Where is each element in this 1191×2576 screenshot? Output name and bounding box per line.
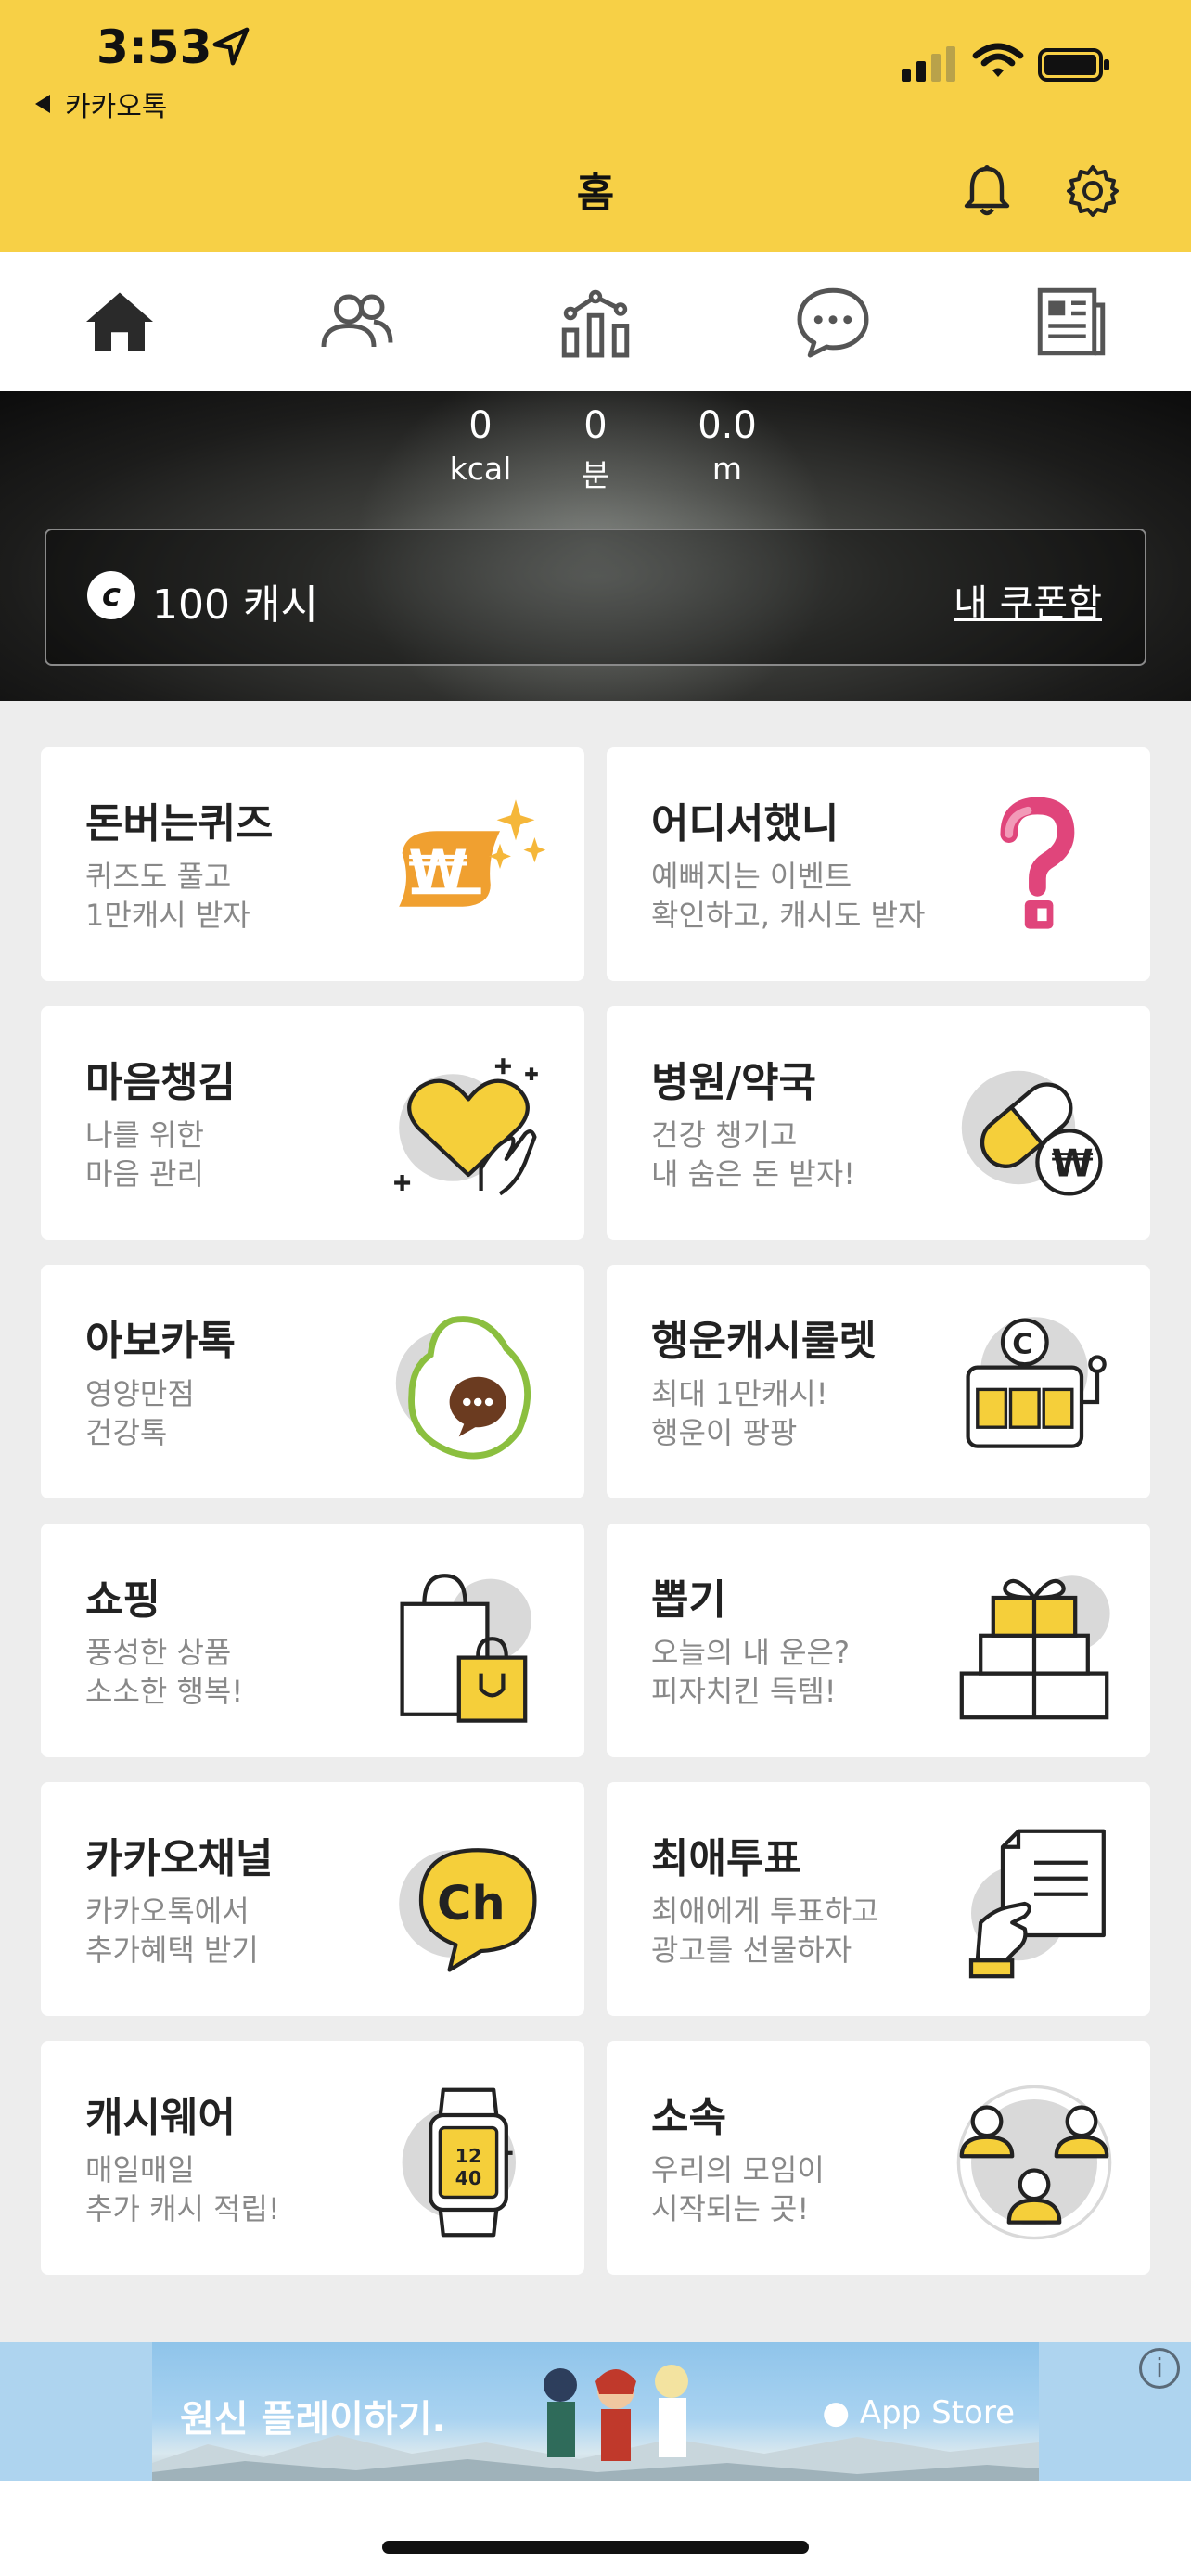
battery-icon <box>1038 48 1109 82</box>
stat-calories: 0 kcal <box>416 404 545 487</box>
gear-icon[interactable] <box>1063 161 1122 221</box>
card-title: 어디서했니 <box>651 800 839 848</box>
wifi-icon <box>972 43 1024 77</box>
card-affiliation[interactable]: 소속 우리의 모임이 시작되는 곳! <box>607 2041 1150 2275</box>
cellular-signal-icon <box>902 46 955 82</box>
question-mark-icon <box>1000 797 1075 929</box>
card-money-quiz[interactable]: 돈버는퀴즈 퀴즈도 풀고 1만캐시 받자 ₩ <box>41 747 584 981</box>
card-subtitle: 카카오톡에서 추가혜택 받기 <box>85 1894 259 1968</box>
watch-icon: 12 40 <box>402 2087 516 2238</box>
pill-coin-icon: ₩ <box>961 1070 1103 1196</box>
top-header: 3:53 카카오톡 홈 <box>0 0 1191 252</box>
stat-unit: kcal <box>449 451 512 487</box>
stat-minutes: 0 분 <box>531 404 660 495</box>
card-title: 쇼핑 <box>85 1576 160 1624</box>
cash-balance: 100 캐시 <box>152 581 318 629</box>
activity-banner: 0 kcal 0 분 0.0 m c 100 캐시 내 쿠폰함 <box>0 391 1191 701</box>
card-hospital-pharmacy[interactable]: 병원/약국 건강 챙기고 내 숨은 돈 받자! ₩ <box>607 1006 1150 1240</box>
bell-icon[interactable] <box>957 161 1017 221</box>
channel-bubble-icon: Ch <box>399 1848 537 1972</box>
card-title: 마음챙김 <box>85 1059 236 1106</box>
slot-machine-icon: C <box>966 1317 1107 1448</box>
svg-text:C: C <box>1012 1328 1032 1360</box>
card-subtitle: 나를 위한 마음 관리 <box>85 1117 204 1192</box>
svg-text:40: 40 <box>455 2167 481 2189</box>
ad-headline: 원신 플레이하기. <box>180 2398 446 2441</box>
vote-paper-icon <box>968 1829 1106 1979</box>
ad-image[interactable]: 원신 플레이하기. ● App Store <box>152 2342 1039 2481</box>
card-title: 병원/약국 <box>651 1059 816 1106</box>
home-indicator[interactable] <box>382 2541 809 2554</box>
card-title: 카카오채널 <box>85 1835 274 1882</box>
heart-hand-icon <box>394 1058 538 1196</box>
won-sparkle-icon: ₩ <box>399 799 546 907</box>
back-to-app-button[interactable]: 카카오톡 <box>35 83 167 124</box>
tab-friends-icon[interactable] <box>315 280 399 363</box>
card-subtitle: 오늘의 내 운은? 피자치킨 득템! <box>651 1635 850 1709</box>
card-favorite-vote[interactable]: 최애투표 최애에게 투표하고 광고를 선물하자 <box>607 1782 1150 2016</box>
cash-coin-icon: c <box>87 571 135 619</box>
svg-text:₩: ₩ <box>1052 1141 1094 1186</box>
card-title: 돈버는퀴즈 <box>85 800 274 848</box>
card-kakao-channel[interactable]: 카카오채널 카카오톡에서 추가혜택 받기 Ch <box>41 1782 584 2016</box>
card-title: 뽑기 <box>651 1576 726 1624</box>
main-tab-bar <box>0 252 1191 391</box>
card-title: 캐시웨어 <box>85 2094 236 2141</box>
card-draw[interactable]: 뽑기 오늘의 내 운은? 피자치킨 득템! <box>607 1524 1150 1757</box>
card-subtitle: 영양만점 건강톡 <box>85 1376 195 1450</box>
gift-box-icon <box>959 1575 1110 1720</box>
card-subtitle: 퀴즈도 풀고 1만캐시 받자 <box>85 859 250 933</box>
card-subtitle: 최애에게 투표하고 광고를 선물하자 <box>651 1894 879 1968</box>
stat-value: 0 <box>583 404 608 447</box>
ad-banner[interactable]: 원신 플레이하기. ● App Store <box>0 2342 1191 2481</box>
stat-value: 0.0 <box>698 404 757 447</box>
cash-balance-box: c 100 캐시 내 쿠폰함 <box>45 529 1146 666</box>
avocado-icon <box>395 1316 531 1460</box>
svg-text:12: 12 <box>455 2145 481 2167</box>
ad-app-store-label: ● App Store <box>822 2394 1015 2431</box>
bottom-safe-area <box>0 2481 1191 2576</box>
card-subtitle: 풍성한 상품 소소한 행복! <box>85 1635 244 1709</box>
stat-unit: 분 <box>581 457 610 493</box>
tab-home-icon[interactable] <box>78 280 161 363</box>
tab-news-icon[interactable] <box>1030 280 1113 363</box>
card-cashwear[interactable]: 캐시웨어 매일매일 추가 캐시 적립! 12 40 <box>41 2041 584 2275</box>
card-shopping[interactable]: 쇼핑 풍성한 상품 소소한 행복! <box>41 1524 584 1757</box>
card-mindfulness[interactable]: 마음챙김 나를 위한 마음 관리 <box>41 1006 584 1240</box>
tab-stats-icon[interactable] <box>554 280 637 363</box>
tab-chat-icon[interactable] <box>791 280 875 363</box>
group-icon <box>956 2085 1112 2240</box>
card-title: 최애투표 <box>651 1835 801 1882</box>
apple-icon: ● <box>822 2394 851 2431</box>
card-subtitle: 예뻐지는 이벤트 확인하고, 캐시도 받자 <box>651 859 926 933</box>
shopping-bag-icon <box>400 1574 531 1723</box>
back-app-label: 카카오톡 <box>65 91 168 123</box>
card-subtitle: 건강 챙기고 내 숨은 돈 받자! <box>651 1117 855 1192</box>
ad-characters-icon <box>544 2365 688 2461</box>
card-subtitle: 최대 1만캐시! 행운이 팡팡 <box>651 1376 828 1450</box>
card-subtitle: 매일매일 추가 캐시 적립! <box>85 2152 280 2226</box>
stat-value: 0 <box>468 404 493 447</box>
card-title: 아보카톡 <box>85 1318 236 1365</box>
back-triangle-icon <box>35 95 50 113</box>
card-title: 소속 <box>651 2094 726 2141</box>
card-where-did[interactable]: 어디서했니 예뻐지는 이벤트 확인하고, 캐시도 받자 <box>607 747 1150 981</box>
card-subtitle: 우리의 모임이 시작되는 곳! <box>651 2152 825 2226</box>
card-title: 행운캐시룰렛 <box>651 1318 877 1365</box>
my-coupon-link[interactable]: 내 쿠폰함 <box>954 573 1102 627</box>
card-avocatalk[interactable]: 아보카톡 영양만점 건강톡 <box>41 1265 584 1498</box>
svg-text:Ch: Ch <box>437 1877 506 1932</box>
ad-info-icon[interactable]: i <box>1139 2348 1180 2389</box>
stat-unit: m <box>711 451 743 487</box>
stat-distance: 0.0 m <box>662 404 792 487</box>
card-lucky-roulette[interactable]: 행운캐시룰렛 최대 1만캐시! 행운이 팡팡 C <box>607 1265 1150 1498</box>
status-time: 3:53 <box>96 20 212 74</box>
location-arrow-icon <box>212 27 250 66</box>
